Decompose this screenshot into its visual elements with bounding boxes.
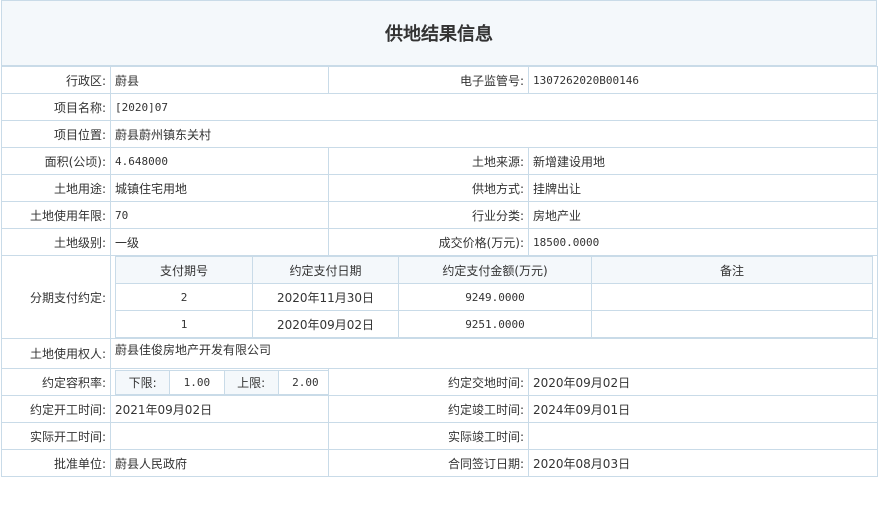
installment-period: 1 — [115, 310, 253, 338]
supply-mode-label: 供地方式: — [328, 174, 529, 202]
use-years-value: 70 — [110, 201, 329, 229]
plot-ratio-upper-label: 上限: — [223, 369, 279, 395]
plot-ratio-upper-value: 2.00 — [277, 369, 328, 395]
table-row: 下限: 1.00 上限: 2.00 — [114, 369, 328, 395]
actual-finish-value — [528, 422, 878, 450]
table-row: 项目名称: [2020]07 — [1, 93, 878, 121]
delivery-time-value: 2020年09月02日 — [528, 368, 878, 396]
table-row: 面积(公顷): 4.648000 土地来源: 新增建设用地 — [1, 147, 878, 175]
installment-note — [591, 283, 873, 311]
installments-header-date: 约定支付日期 — [252, 256, 399, 284]
page-title: 供地结果信息 — [385, 24, 493, 45]
table-row: 实际开工时间: 实际竣工时间: — [1, 422, 878, 450]
deal-price-value: 18500.0000 — [528, 228, 878, 256]
supervise-no-label: 电子监管号: — [328, 66, 529, 94]
table-row: 土地用途: 城镇住宅用地 供地方式: 挂牌出让 — [1, 174, 878, 202]
installment-date: 2020年11月30日 — [252, 283, 399, 311]
project-location-label: 项目位置: — [1, 120, 111, 148]
supply-mode-value: 挂牌出让 — [528, 174, 878, 202]
table-row: 2 2020年11月30日 9249.0000 — [115, 283, 873, 311]
land-use-value: 城镇住宅用地 — [110, 174, 329, 202]
table-row: 约定容积率: 下限: 1.00 上限: 2.00 约定交地时间: 2020年09… — [1, 368, 878, 396]
start-time-label: 约定开工时间: — [1, 395, 111, 423]
land-source-label: 土地来源: — [328, 147, 529, 175]
industry-value: 房地产业 — [528, 201, 878, 229]
land-level-value: 一级 — [110, 228, 329, 256]
table-row: 1 2020年09月02日 9251.0000 — [115, 310, 873, 338]
district-label: 行政区: — [1, 66, 111, 94]
contract-date-label: 合同签订日期: — [328, 449, 529, 477]
approver-label: 批准单位: — [1, 449, 111, 477]
result-panel: 供地结果信息 行政区: 蔚县 电子监管号: 1307262020B00146 项… — [1, 0, 878, 477]
land-use-label: 土地用途: — [1, 174, 111, 202]
actual-start-label: 实际开工时间: — [1, 422, 111, 450]
project-name-label: 项目名称: — [1, 93, 111, 121]
plot-ratio-label: 约定容积率: — [1, 368, 111, 396]
table-row: 项目位置: 蔚县蔚州镇东关村 — [1, 120, 878, 148]
installment-note — [591, 310, 873, 338]
district-value: 蔚县 — [110, 66, 329, 94]
plot-ratio-lower-value: 1.00 — [169, 369, 225, 395]
deal-price-label: 成交价格(万元): — [328, 228, 529, 256]
land-user-value: 蔚县佳俊房地产开发有限公司 — [110, 338, 878, 369]
delivery-time-label: 约定交地时间: — [328, 368, 529, 396]
table-row: 土地使用年限: 70 行业分类: 房地产业 — [1, 201, 878, 229]
project-name-value: [2020]07 — [110, 93, 878, 121]
table-row: 行政区: 蔚县 电子监管号: 1307262020B00146 — [1, 66, 878, 94]
area-value: 4.648000 — [110, 147, 329, 175]
plot-ratio-table: 下限: 1.00 上限: 2.00 — [114, 369, 328, 395]
approver-value: 蔚县人民政府 — [110, 449, 329, 477]
contract-date-value: 2020年08月03日 — [528, 449, 878, 477]
start-time-value: 2021年09月02日 — [110, 395, 329, 423]
info-table: 行政区: 蔚县 电子监管号: 1307262020B00146 项目名称: [2… — [1, 66, 878, 477]
table-row: 土地使用权人: 蔚县佳俊房地产开发有限公司 — [1, 338, 878, 369]
land-source-value: 新增建设用地 — [528, 147, 878, 175]
title-bar: 供地结果信息 — [1, 0, 877, 66]
area-label: 面积(公顷): — [1, 147, 111, 175]
land-level-label: 土地级别: — [1, 228, 111, 256]
actual-start-value — [110, 422, 329, 450]
table-row: 土地级别: 一级 成交价格(万元): 18500.0000 — [1, 228, 878, 256]
installment-period: 2 — [115, 283, 253, 311]
project-location-value: 蔚县蔚州镇东关村 — [110, 120, 878, 148]
installments-header-note: 备注 — [591, 256, 873, 284]
table-row: 约定开工时间: 2021年09月02日 约定竣工时间: 2024年09月01日 — [1, 395, 878, 423]
installment-amount: 9251.0000 — [398, 310, 592, 338]
installments-label: 分期支付约定: — [1, 255, 111, 339]
installment-date: 2020年09月02日 — [252, 310, 399, 338]
industry-label: 行业分类: — [328, 201, 529, 229]
plot-ratio-lower-label: 下限: — [114, 369, 171, 395]
table-row: 批准单位: 蔚县人民政府 合同签订日期: 2020年08月03日 — [1, 449, 878, 477]
table-row: 分期支付约定: 支付期号 约定支付日期 约定支付金额(万元) 备注 2 2020… — [1, 255, 878, 339]
finish-time-label: 约定竣工时间: — [328, 395, 529, 423]
installments-header-amount: 约定支付金额(万元) — [398, 256, 592, 284]
actual-finish-label: 实际竣工时间: — [328, 422, 529, 450]
use-years-label: 土地使用年限: — [1, 201, 111, 229]
installments-table: 支付期号 约定支付日期 约定支付金额(万元) 备注 2 2020年11月30日 … — [115, 256, 873, 338]
finish-time-value: 2024年09月01日 — [528, 395, 878, 423]
installment-amount: 9249.0000 — [398, 283, 592, 311]
plot-ratio-cell: 下限: 1.00 上限: 2.00 — [110, 368, 329, 396]
installments-header-period: 支付期号 — [115, 256, 253, 284]
installments-cell: 支付期号 约定支付日期 约定支付金额(万元) 备注 2 2020年11月30日 … — [110, 255, 878, 339]
supervise-no-value: 1307262020B00146 — [528, 66, 878, 94]
land-user-label: 土地使用权人: — [1, 338, 111, 369]
installments-header-row: 支付期号 约定支付日期 约定支付金额(万元) 备注 — [115, 256, 873, 284]
